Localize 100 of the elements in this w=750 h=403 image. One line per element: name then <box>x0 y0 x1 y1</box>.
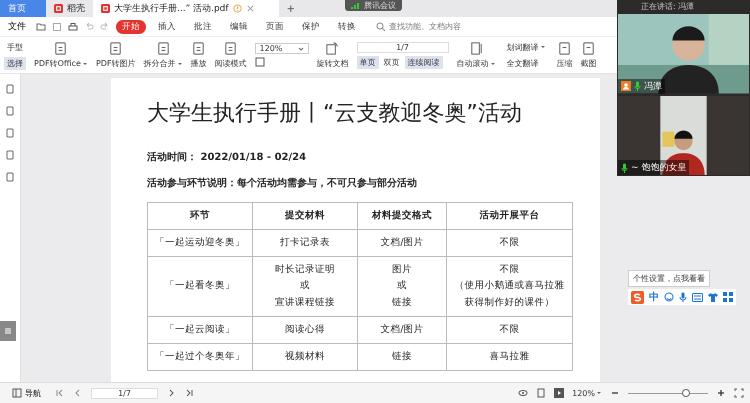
table-cell: 文档/图片 <box>358 316 446 344</box>
table-cell: 不限 <box>446 316 572 344</box>
table-header: 环节 <box>148 202 252 230</box>
document-text: 活动参与环节说明：每个活动均需参与，不可只参与部分活动 <box>147 176 418 190</box>
file-menu[interactable]: 文件 <box>4 20 30 33</box>
tab[interactable]: 大学生执行手册...” 活动.pdf <box>93 0 279 17</box>
close-icon[interactable] <box>246 4 255 13</box>
folder-icon[interactable] <box>36 22 46 32</box>
fullscreen-icon[interactable] <box>734 388 744 398</box>
ribbon-tab[interactable]: 页面 <box>260 20 290 34</box>
table-cell: 不限 <box>446 230 572 257</box>
table-cell-text: 不限 <box>498 263 520 278</box>
table-header: 提交材料 <box>252 202 358 230</box>
view-button[interactable]: 双页 <box>380 56 403 68</box>
grid-icon[interactable] <box>723 292 733 302</box>
sidebar-panel-icon <box>12 388 22 398</box>
microphone-icon[interactable] <box>679 292 687 302</box>
table-cell: 「一起看冬奥」 <box>148 256 252 316</box>
signal-icon <box>351 2 361 10</box>
shirt-icon[interactable] <box>708 292 718 302</box>
zoom-in-icon[interactable] <box>716 388 726 398</box>
participant-label: ~ 饱饱的女皇 <box>618 160 690 175</box>
toolbar-button[interactable]: 截图 <box>580 41 597 69</box>
document-icon <box>557 41 572 56</box>
document-icon <box>191 41 206 56</box>
caret-icon <box>298 46 304 52</box>
ribbon-tab[interactable]: 编辑 <box>224 20 254 34</box>
eye-icon[interactable] <box>518 388 528 398</box>
document-icon <box>156 41 171 56</box>
zoom-dropdown[interactable]: 120% <box>572 388 602 398</box>
input-mode-toggle[interactable]: 中 <box>649 290 659 304</box>
warning-icon <box>232 4 242 13</box>
mode-button[interactable]: 选择 <box>4 56 26 70</box>
keyboard-icon[interactable] <box>692 292 703 302</box>
table-cell-text: 或 <box>299 279 311 294</box>
sidebar-icon[interactable] <box>5 106 15 116</box>
table-cell-text: 获得制作好的课件） <box>464 296 556 310</box>
ribbon-tab[interactable]: 保护 <box>296 20 326 34</box>
toolbar-button[interactable]: 阅读模式 <box>214 41 247 69</box>
zoom-slider[interactable] <box>628 388 708 398</box>
search-icon <box>376 22 386 32</box>
table-header: 材料提交格式 <box>358 202 446 230</box>
table-cell: 喜马拉雅 <box>446 343 572 370</box>
toolbar-button[interactable]: 自动滚动 <box>456 41 496 69</box>
document-icon <box>581 41 596 56</box>
document-title: 大学生执行手册丨“云支教迎冬奥”活动 <box>147 100 523 128</box>
view-button[interactable]: 连续阅读 <box>404 56 443 68</box>
table-cell-text: 宣讲课程链接 <box>274 296 336 310</box>
input-method-logo-icon[interactable] <box>631 290 644 304</box>
toolbar-button[interactable]: 压缩 <box>556 41 573 69</box>
ribbon-tab[interactable]: 插入 <box>152 20 182 34</box>
speaker-label: 正在讲话: 冯潭 <box>640 1 696 13</box>
table-cell-text: 图片 <box>391 263 413 278</box>
mode-button[interactable]: 手型 <box>4 40 26 54</box>
tab[interactable]: 首页 <box>0 0 46 17</box>
meeting-badge: 腾讯会议 <box>345 0 402 11</box>
app-logo-icon <box>101 4 110 13</box>
play-icon[interactable] <box>554 388 564 398</box>
microphone-icon <box>621 162 628 172</box>
page-field[interactable]: 1/7 <box>91 388 158 398</box>
tooltip: 个性设置，点我看看 <box>628 270 710 287</box>
document-icon <box>53 41 68 56</box>
table-cell-text: 时长记录证明 <box>274 263 336 278</box>
sidebar-icon[interactable] <box>5 128 15 138</box>
page-field[interactable]: 1/7 <box>356 42 449 52</box>
ribbon-tab[interactable]: 开始 <box>116 20 146 34</box>
zoom-dropdown[interactable]: 120% <box>254 43 309 54</box>
smiley-icon[interactable] <box>664 292 674 302</box>
ribbon-tab[interactable]: 转换 <box>332 20 362 34</box>
toolbar-button[interactable]: 拆分合并 <box>144 41 183 69</box>
app-logo-icon <box>54 4 63 13</box>
table-cell: 视频材料 <box>252 343 358 370</box>
document-text: 活动时间： 2022/01/18 - 02/24 <box>147 150 308 164</box>
table-cell: 链接 <box>358 343 446 370</box>
sidebar-icon[interactable] <box>5 172 15 182</box>
table-cell-text: 或 <box>396 279 408 294</box>
sidebar-icon[interactable] <box>5 150 15 160</box>
first-page-icon[interactable] <box>55 388 65 398</box>
toolbar-button[interactable]: 旋转文档 <box>316 41 349 69</box>
page-view-icon[interactable] <box>536 388 546 398</box>
print-icon[interactable] <box>68 22 78 32</box>
table-cell: 「一起运动迎冬奥」 <box>148 230 252 257</box>
translate-button[interactable]: 全文翻译 <box>504 56 542 70</box>
toolbar-button[interactable]: 播放 <box>190 41 207 69</box>
scroll-icon <box>468 41 484 56</box>
table-cell: 打卡记录表 <box>252 230 358 257</box>
translate-button[interactable]: 划词翻译 <box>504 40 549 54</box>
table-cell-text: 链接 <box>391 296 413 310</box>
last-page-icon[interactable] <box>184 388 194 398</box>
toolbar-button[interactable]: PDF转图片 <box>96 41 136 69</box>
menu-button[interactable] <box>0 321 16 341</box>
ribbon-tab[interactable]: 批注 <box>188 20 218 34</box>
view-button[interactable]: 单页 <box>356 56 379 68</box>
document-icon <box>108 41 124 56</box>
fit-page-icon[interactable] <box>254 57 265 67</box>
document-icon <box>223 41 238 56</box>
navigation-button[interactable]: 导航 <box>6 386 47 400</box>
new-tab-button[interactable]: + <box>279 0 303 17</box>
sidebar-icon[interactable] <box>5 84 15 94</box>
toolbar-button[interactable]: PDF转Office <box>34 41 88 69</box>
